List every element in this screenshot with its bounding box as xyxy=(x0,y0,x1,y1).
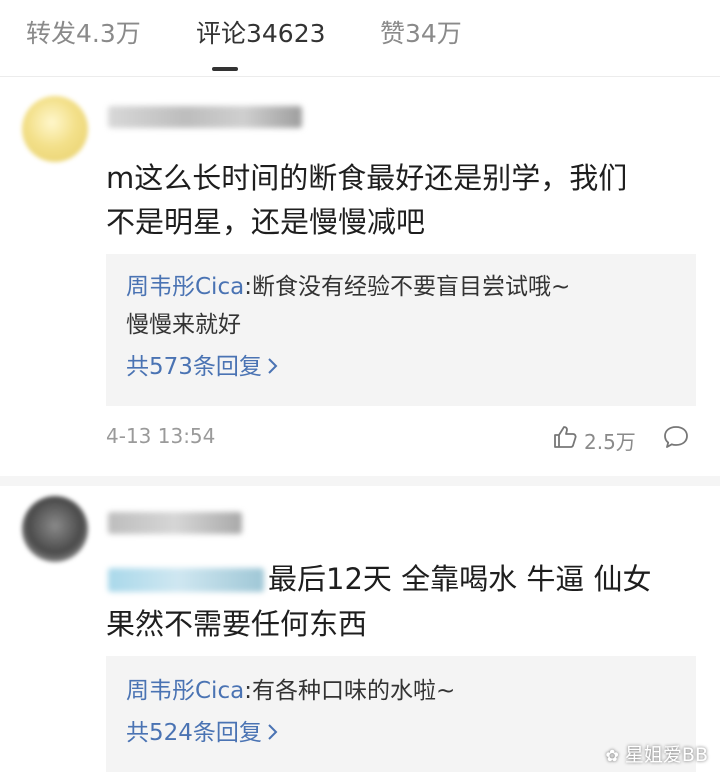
reply-author-link[interactable]: 周韦彤Cica xyxy=(126,274,244,300)
watermark: ✿ 星姐爱BB xyxy=(606,740,708,767)
comment-text-line-2: 果然不需要任何东西 xyxy=(106,607,368,641)
tab-comments[interactable]: 评论34623 xyxy=(196,16,326,52)
comment-text-line-2: 不是明星，还是慢慢减吧 xyxy=(106,205,426,239)
tab-bar: 转发4.3万 评论34623 赞34万 xyxy=(0,0,720,77)
comment-timestamp: 4-13 13:54 xyxy=(106,424,216,448)
reply-text: :有各种口味的水啦~ xyxy=(244,678,456,704)
reply-line-1: 周韦彤Cica:断食没有经验不要盲目尝试哦~ xyxy=(126,270,570,304)
reply-preview-box[interactable]: 周韦彤Cica:断食没有经验不要盲目尝试哦~ 慢慢来就好 共573条回复 xyxy=(106,254,696,406)
tab-reposts[interactable]: 转发4.3万 xyxy=(26,16,141,52)
thumbs-up-icon[interactable] xyxy=(552,424,578,450)
chevron-right-icon xyxy=(268,724,278,740)
reply-count: 共573条回复 xyxy=(126,354,262,380)
tab-likes[interactable]: 赞34万 xyxy=(380,16,462,52)
view-replies-link[interactable]: 共573条回复 xyxy=(126,350,280,384)
like-count: 2.5万 xyxy=(584,430,636,454)
comment-divider xyxy=(0,476,720,486)
avatar[interactable] xyxy=(22,496,88,562)
comment-text-line-1: m这么长时间的断食最好还是别学，我们 xyxy=(106,161,628,195)
watermark-logo-icon: ✿ xyxy=(605,746,619,765)
reply-line-2: 慢慢来就好 xyxy=(126,312,241,338)
reply-author-link[interactable]: 周韦彤Cica xyxy=(126,678,244,704)
reply-text: :断食没有经验不要盲目尝试哦~ xyxy=(244,274,571,300)
username-blurred[interactable] xyxy=(108,106,302,128)
mentioned-user-blurred[interactable] xyxy=(108,568,264,592)
comment-bubble-icon[interactable] xyxy=(662,424,690,450)
avatar[interactable] xyxy=(22,96,88,162)
watermark-text: 星姐爱BB xyxy=(624,744,708,766)
chevron-right-icon xyxy=(268,358,278,374)
view-replies-link[interactable]: 共524条回复 xyxy=(126,716,280,750)
reply-count: 共524条回复 xyxy=(126,720,262,746)
comment-text-line-1: 最后12天 全靠喝水 牛逼 仙女 xyxy=(268,562,652,596)
reply-line-1: 周韦彤Cica:有各种口味的水啦~ xyxy=(126,674,455,708)
username-blurred[interactable] xyxy=(108,512,242,534)
active-tab-indicator xyxy=(212,67,238,71)
